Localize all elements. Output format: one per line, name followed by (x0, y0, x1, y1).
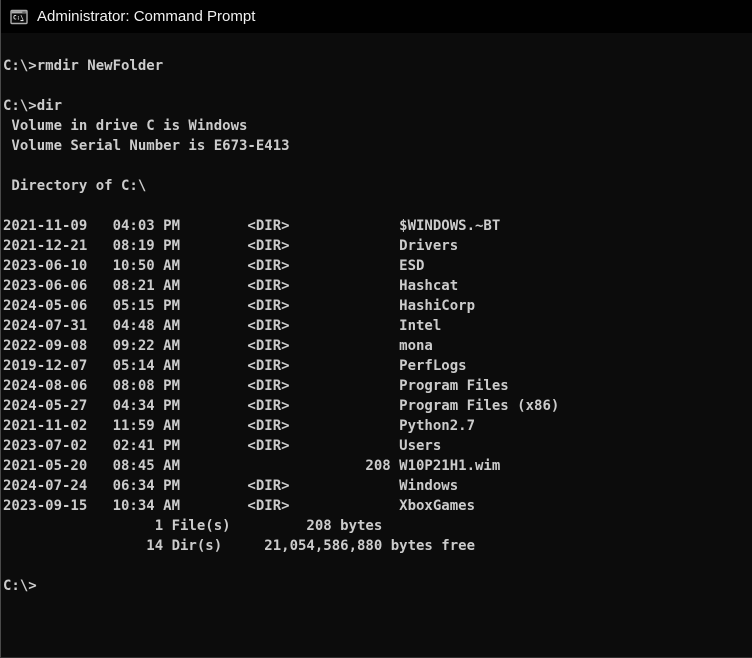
title-bar[interactable]: C:\ Administrator: Command Prompt (1, 0, 752, 33)
console-dir-row: 2023-09-15 10:34 AM <DIR> XboxGames (3, 498, 476, 514)
console-dir-summary: 14 Dir(s) 21,054,586,880 bytes free (3, 538, 476, 554)
console-dir-row: 2024-05-27 04:34 PM <DIR> Program Files … (3, 398, 560, 414)
window-title: Administrator: Command Prompt (37, 8, 256, 25)
console-dir-row: 2023-06-06 08:21 AM <DIR> Hashcat (3, 278, 459, 294)
console-dir-row: 2021-11-09 04:03 PM <DIR> $WINDOWS.~BT (3, 218, 501, 234)
console-dir-row: 2024-07-31 04:48 AM <DIR> Intel (3, 318, 442, 334)
console-command-line: C:\>rmdir NewFolder (3, 58, 164, 74)
console-output-line: Volume Serial Number is E673-E413 (3, 138, 290, 154)
console-prompt-line: C:\> (3, 578, 37, 594)
console-dir-row: 2019-12-07 05:14 AM <DIR> PerfLogs (3, 358, 467, 374)
console-dir-row: 2024-08-06 08:08 PM <DIR> Program Files (3, 378, 509, 394)
console-dir-row: 2024-07-24 06:34 PM <DIR> Windows (3, 478, 459, 494)
console-dir-row: 2024-05-06 05:15 PM <DIR> HashiCorp (3, 298, 476, 314)
terminal[interactable]: C:\>rmdir NewFolder C:\>dir Volume in dri… (1, 33, 752, 596)
console-dir-row: 2023-06-10 10:50 AM <DIR> ESD (3, 258, 425, 274)
command-prompt-window: C:\ Administrator: Command Prompt C:\>rm… (0, 0, 752, 658)
console-file-summary: 1 File(s) 208 bytes (3, 518, 383, 534)
console-dir-row: 2021-05-20 08:45 AM 208 W10P21H1.wim (3, 458, 501, 474)
console-dir-row: 2021-12-21 08:19 PM <DIR> Drivers (3, 238, 459, 254)
console-dir-row: 2023-07-02 02:41 PM <DIR> Users (3, 438, 442, 454)
console-command-line: C:\>dir (3, 98, 63, 114)
console-output-line: Directory of C:\ (3, 178, 147, 194)
cmd-icon[interactable]: C:\ (10, 8, 28, 26)
console-output-line: Volume in drive C is Windows (3, 118, 248, 134)
console-dir-row: 2022-09-08 09:22 AM <DIR> mona (3, 338, 433, 354)
console-dir-row: 2021-11-02 11:59 AM <DIR> Python2.7 (3, 418, 476, 434)
